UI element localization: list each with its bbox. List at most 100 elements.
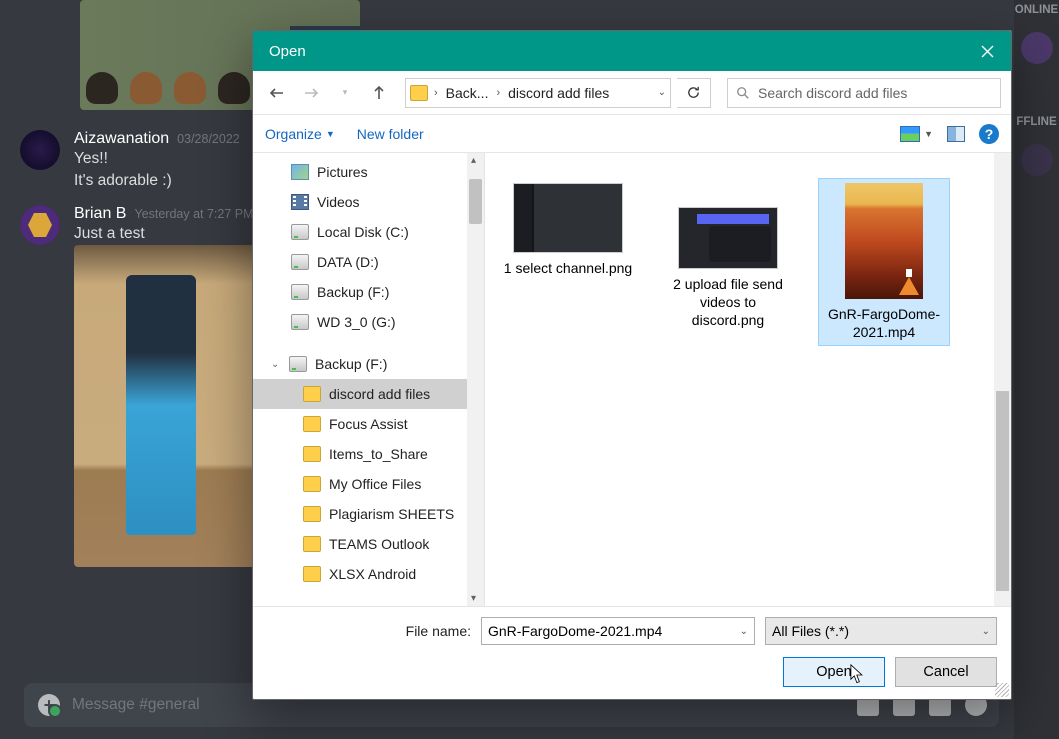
pictures-icon bbox=[291, 164, 309, 180]
file-label: GnR-FargoDome-2021.mp4 bbox=[823, 305, 945, 341]
scrollbar-thumb[interactable] bbox=[996, 391, 1009, 591]
forward-button[interactable] bbox=[297, 79, 325, 107]
forward-arrow-icon bbox=[303, 85, 319, 101]
folder-tree[interactable]: Pictures Videos Local Disk (C:) DATA (D:… bbox=[253, 153, 485, 606]
avatar[interactable] bbox=[20, 205, 60, 245]
close-icon bbox=[981, 45, 994, 58]
folder-icon bbox=[303, 566, 321, 582]
member-list: ONLINE FFLINE bbox=[1014, 0, 1059, 739]
folder-icon bbox=[303, 506, 321, 522]
chevron-down-icon[interactable]: ⌄ bbox=[982, 626, 990, 637]
up-button[interactable] bbox=[365, 79, 393, 107]
toolbar: Organize ▼ New folder ▼ ? bbox=[253, 115, 1011, 153]
videos-icon bbox=[291, 194, 309, 210]
main-pane: Pictures Videos Local Disk (C:) DATA (D:… bbox=[253, 153, 1011, 606]
member-avatar[interactable] bbox=[1021, 32, 1053, 64]
drive-icon bbox=[291, 314, 309, 330]
drive-icon bbox=[291, 224, 309, 240]
message-author[interactable]: Aizawanation bbox=[74, 130, 169, 148]
chevron-down-icon[interactable]: ⌄ bbox=[740, 626, 748, 637]
close-button[interactable] bbox=[975, 39, 999, 63]
folder-icon bbox=[410, 85, 428, 101]
filename-label: File name: bbox=[406, 623, 471, 639]
file-item-gnr-fargodome[interactable]: GnR-FargoDome-2021.mp4 bbox=[819, 179, 949, 345]
titlebar[interactable]: Open bbox=[253, 31, 1011, 71]
refresh-button[interactable] bbox=[677, 78, 711, 108]
tree-item-my-office-files[interactable]: My Office Files bbox=[253, 469, 484, 499]
file-item-2-upload-file[interactable]: 2 upload file send videos to discord.png bbox=[663, 207, 793, 330]
collapse-icon[interactable]: ⌄ bbox=[271, 359, 279, 370]
search-icon bbox=[736, 86, 750, 100]
up-arrow-icon bbox=[371, 85, 387, 101]
section-label-online: ONLINE bbox=[1015, 4, 1058, 16]
resize-grip[interactable] bbox=[995, 683, 1009, 697]
recent-dropdown[interactable]: ▾ bbox=[331, 79, 359, 107]
tree-item-videos[interactable]: Videos bbox=[253, 187, 484, 217]
tree-item-backup-f-expanded[interactable]: ⌄Backup (F:) bbox=[253, 349, 484, 379]
open-file-dialog: Open ▾ › Back... › discord add files ⌄ S… bbox=[252, 30, 1012, 700]
address-bar[interactable]: › Back... › discord add files ⌄ bbox=[405, 78, 671, 108]
message-timestamp: Yesterday at 7:27 PM bbox=[134, 207, 253, 221]
tree-item-focus-assist[interactable]: Focus Assist bbox=[253, 409, 484, 439]
cancel-button[interactable]: Cancel bbox=[895, 657, 997, 687]
navigation-bar: ▾ › Back... › discord add files ⌄ Search… bbox=[253, 71, 1011, 115]
new-folder-button[interactable]: New folder bbox=[357, 126, 424, 142]
chevron-down-icon[interactable]: ⌄ bbox=[658, 87, 666, 98]
tree-item-local-disk-c[interactable]: Local Disk (C:) bbox=[253, 217, 484, 247]
folder-icon bbox=[303, 536, 321, 552]
organize-menu[interactable]: Organize ▼ bbox=[265, 126, 335, 142]
file-label: 2 upload file send videos to discord.png bbox=[663, 275, 793, 330]
attach-button-icon[interactable]: + bbox=[38, 694, 60, 716]
breadcrumb-item[interactable]: Back... bbox=[444, 85, 491, 101]
dialog-title: Open bbox=[269, 43, 306, 60]
filetype-select[interactable]: All Files (*.*) ⌄ bbox=[765, 617, 997, 645]
preview-pane-button[interactable] bbox=[947, 126, 965, 142]
tree-item-plagiarism-sheets[interactable]: Plagiarism SHEETS bbox=[253, 499, 484, 529]
filename-value: GnR-FargoDome-2021.mp4 bbox=[488, 623, 662, 639]
filetype-value: All Files (*.*) bbox=[772, 623, 849, 639]
message-author[interactable]: Brian B bbox=[74, 205, 126, 223]
breadcrumb-item[interactable]: discord add files bbox=[506, 85, 611, 101]
search-placeholder: Search discord add files bbox=[758, 85, 907, 101]
chevron-down-icon: ▼ bbox=[326, 129, 335, 139]
tree-item-xlsx-android[interactable]: XLSX Android bbox=[253, 559, 484, 589]
refresh-icon bbox=[686, 85, 701, 100]
drive-icon bbox=[289, 356, 307, 372]
section-label-offline: FFLINE bbox=[1016, 116, 1056, 128]
tree-item-backup-f[interactable]: Backup (F:) bbox=[253, 277, 484, 307]
view-menu[interactable]: ▼ bbox=[900, 126, 933, 142]
scrollbar-thumb[interactable] bbox=[469, 179, 482, 224]
tree-item-pictures[interactable]: Pictures bbox=[253, 157, 484, 187]
message-timestamp: 03/28/2022 bbox=[177, 132, 240, 146]
tree-item-wd-g[interactable]: WD 3_0 (G:) bbox=[253, 307, 484, 337]
search-input[interactable]: Search discord add files bbox=[727, 78, 1001, 108]
chevron-right-icon[interactable]: › bbox=[496, 87, 500, 99]
tree-scrollbar[interactable] bbox=[467, 153, 484, 606]
tree-item-data-d[interactable]: DATA (D:) bbox=[253, 247, 484, 277]
message-input-placeholder: Message #general bbox=[72, 696, 200, 714]
chevron-right-icon[interactable]: › bbox=[434, 87, 438, 99]
file-thumbnail bbox=[678, 207, 778, 269]
file-list[interactable]: 1 select channel.png 2 upload file send … bbox=[485, 153, 1011, 606]
tree-item-teams-outlook[interactable]: TEAMS Outlook bbox=[253, 529, 484, 559]
tree-item-discord-add-files[interactable]: discord add files bbox=[253, 379, 484, 409]
view-icon bbox=[900, 126, 920, 142]
help-button[interactable]: ? bbox=[979, 124, 999, 144]
file-scrollbar[interactable] bbox=[994, 153, 1011, 606]
avatar[interactable] bbox=[20, 130, 60, 170]
back-button[interactable] bbox=[263, 79, 291, 107]
drive-icon bbox=[291, 254, 309, 270]
folder-icon bbox=[303, 446, 321, 462]
tree-item-items-to-share[interactable]: Items_to_Share bbox=[253, 439, 484, 469]
file-item-1-select-channel[interactable]: 1 select channel.png bbox=[503, 183, 633, 277]
dialog-footer: File name: GnR-FargoDome-2021.mp4 ⌄ All … bbox=[253, 606, 1011, 699]
file-thumbnail bbox=[513, 183, 623, 253]
chevron-down-icon: ▼ bbox=[924, 129, 933, 139]
member-avatar[interactable] bbox=[1021, 144, 1053, 176]
attached-image-bottle[interactable] bbox=[74, 245, 262, 567]
cursor-icon bbox=[850, 664, 867, 686]
drive-icon bbox=[291, 284, 309, 300]
open-button[interactable]: Open bbox=[783, 657, 885, 687]
filename-input[interactable]: GnR-FargoDome-2021.mp4 ⌄ bbox=[481, 617, 755, 645]
folder-icon bbox=[303, 416, 321, 432]
